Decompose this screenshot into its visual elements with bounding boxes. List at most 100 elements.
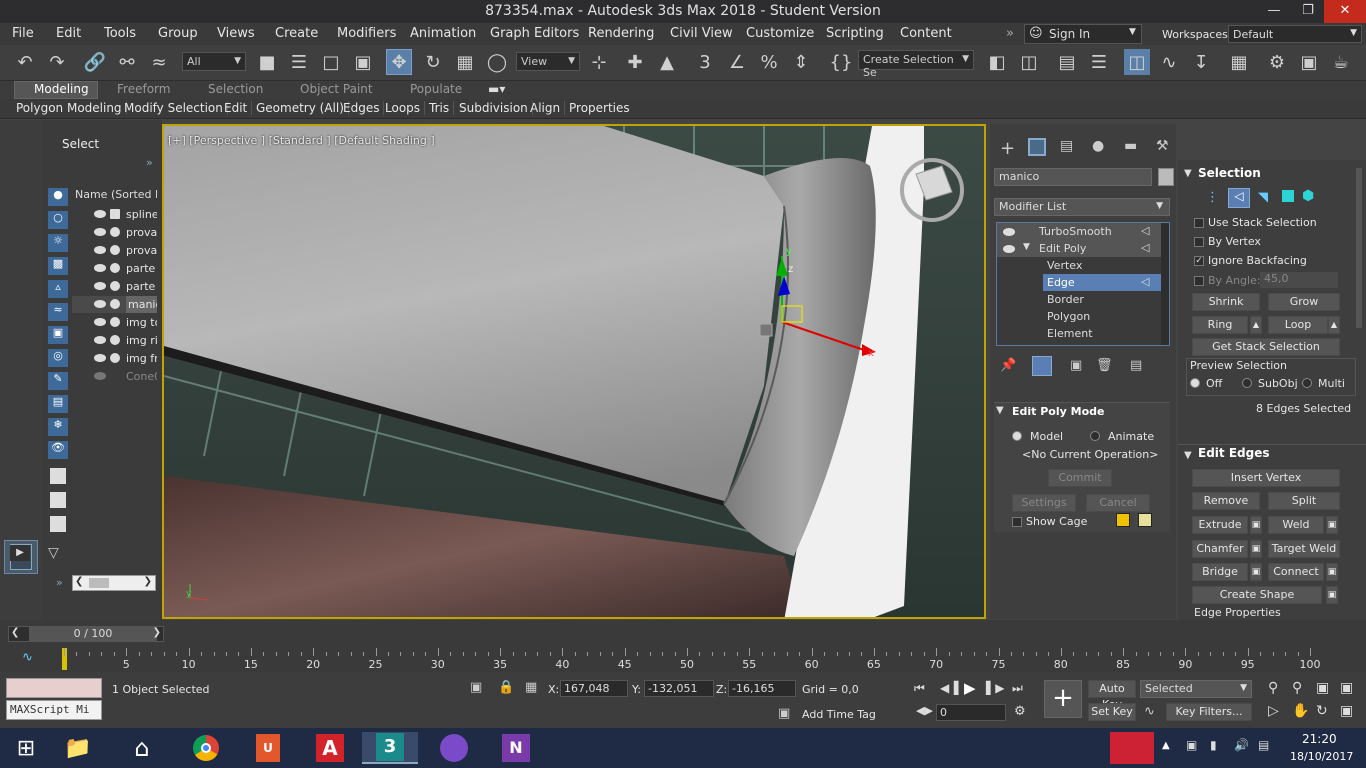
loop-button[interactable]: Loop [1268,316,1328,334]
visibility-eye-icon[interactable] [94,300,106,308]
cage-color-swatch[interactable] [1116,513,1130,527]
edge-mode-icon[interactable]: ◁ [1228,188,1250,208]
show-end-result-icon[interactable]: ◁ [1141,275,1149,288]
curve-editor-icon[interactable]: ∿ [1156,49,1182,75]
camera-filter-icon[interactable]: ▩ [48,257,68,275]
horizontal-scrollbar[interactable]: ❮ ❯ [72,575,156,591]
menu-overflow-icon[interactable]: » [1006,26,1014,41]
angle-snap-icon[interactable]: ∠ [724,49,750,75]
list-item[interactable]: spline [72,206,157,223]
ribbon-edit[interactable]: Edit [220,101,253,115]
ribbon-subdivision[interactable]: Subdivision [455,101,533,115]
angle-spinner[interactable]: 45,0 [1260,272,1338,288]
keyboard-shortcut-override-icon[interactable]: ▲ [654,49,680,75]
wifi-icon[interactable]: ▤ [1258,738,1269,752]
restore-button[interactable]: ❐ [1290,0,1326,23]
isolate-selection-icon[interactable]: ▣ [470,680,482,695]
show-hidden-icons[interactable]: ▲ [1162,740,1170,751]
stack-item-turbosmooth[interactable]: TurboSmooth ◁ [997,223,1169,240]
visibility-eye-icon[interactable] [94,282,106,290]
helper-filter-icon[interactable]: ▵ [48,280,68,298]
ribbon-modify-selection[interactable]: Modify Selection [120,101,228,115]
menu-file[interactable]: File [12,26,34,41]
settings-button[interactable]: Settings [1012,494,1076,512]
next-frame-icon[interactable]: ❯ [153,627,161,638]
create-tab-icon[interactable]: + [1000,138,1015,159]
prev-frame-icon[interactable]: ❮ [11,627,19,638]
menu-group[interactable]: Group [158,26,198,41]
group-filter-icon[interactable]: ▣ [48,326,68,344]
github-desktop-icon[interactable] [434,732,474,764]
scale-icon[interactable]: ▦ [452,49,478,75]
align-icon[interactable]: ◫ [1016,49,1042,75]
spinner-snap-icon[interactable]: ⇕ [788,49,814,75]
next-frame-icon[interactable]: ▌▶ [986,681,1004,695]
shrink-button[interactable]: Shrink [1192,293,1260,311]
display-invert-icon[interactable] [50,516,66,532]
show-cage-checkbox[interactable] [1012,517,1022,527]
y-coordinate-field[interactable]: -132,051 [644,680,714,697]
menu-animation[interactable]: Animation [410,26,476,41]
make-unique-icon[interactable]: ▣ [1070,358,1082,373]
time-tag-icon[interactable]: ▣ [778,706,790,721]
stack-item-edit-poly[interactable]: ▼ Edit Poly ◁ [997,240,1169,257]
clock-date[interactable]: 18/10/2017 [1290,750,1353,763]
file-explorer-icon[interactable]: 📁 [58,732,98,764]
connect-button[interactable]: Connect [1268,563,1324,581]
move-icon[interactable]: ✥ [386,49,412,75]
clock-time[interactable]: 21:20 [1302,732,1337,746]
menu-modifiers[interactable]: Modifiers [337,26,396,41]
snaps-toggle-icon[interactable]: 3 [692,49,718,75]
preview-off-radio[interactable] [1190,378,1200,388]
selection-title[interactable]: Selection [1198,166,1261,180]
visibility-eye-icon[interactable] [1003,245,1015,253]
pdf-app-icon[interactable]: U [248,732,288,764]
time-slider[interactable]: ❮ 0 / 100 ❯ [8,626,164,642]
field-of-view-icon[interactable]: ▷ [1268,703,1279,719]
configure-modifier-sets-icon[interactable]: ▤ [1130,358,1142,373]
xref-filter-icon[interactable]: ◎ [48,349,68,367]
visibility-eye-icon[interactable] [94,354,106,362]
visibility-eye-icon[interactable] [94,246,106,254]
maximize-viewport-icon[interactable]: ▣ [1340,703,1353,719]
ribbon-geometry-all[interactable]: Geometry (All) [252,101,349,115]
border-mode-icon[interactable]: ◥ [1258,190,1268,205]
play-icon[interactable]: ▶ [964,679,976,697]
cage-selected-color-swatch[interactable] [1138,513,1152,527]
funnel-icon[interactable]: ▽ [48,545,70,563]
create-shape-settings-icon[interactable]: ▣ [1326,586,1338,604]
rollout-collapse-icon[interactable]: ▼ [996,405,1004,416]
list-item[interactable]: img to [72,314,157,331]
extrude-settings-icon[interactable]: ▣ [1250,516,1262,534]
menu-create[interactable]: Create [275,26,318,41]
zoom-extents-icon[interactable]: ▣ [1316,680,1329,696]
preview-multi-radio[interactable] [1302,378,1312,388]
list-item[interactable]: img rig [72,332,157,349]
mirror-icon[interactable]: ◧ [984,49,1010,75]
cancel-button[interactable]: Cancel [1086,494,1150,512]
hierarchy-tab-icon[interactable]: ▤ [1060,138,1073,154]
stack-scrollbar[interactable] [1161,223,1169,345]
key-filters-button[interactable]: Key Filters... [1166,703,1252,721]
pivot-center-icon[interactable]: ⊹ [586,49,612,75]
menu-scripting[interactable]: Scripting [826,26,884,41]
lock-selection-icon[interactable]: 🔒 [498,680,514,695]
remove-button[interactable]: Remove [1192,492,1260,510]
animate-radio[interactable] [1090,431,1100,441]
get-stack-selection-button[interactable]: Get Stack Selection [1192,338,1340,356]
edit-named-selection-icon[interactable]: {} [828,49,854,75]
element-mode-icon[interactable]: ⬢ [1302,188,1314,204]
ribbon-properties[interactable]: Properties [565,101,634,115]
commit-button[interactable]: Commit [1048,469,1112,487]
display-none-icon[interactable] [50,492,66,508]
render-setup-icon[interactable]: ⚙ [1264,49,1290,75]
tab-populate[interactable]: Populate [410,82,462,96]
pan-icon[interactable]: ✋ [1292,703,1309,719]
menu-views[interactable]: Views [217,26,255,41]
bridge-settings-icon[interactable]: ▣ [1250,563,1262,581]
visibility-eye-icon[interactable] [94,336,106,344]
tab-selection[interactable]: Selection [208,82,263,96]
unlink-icon[interactable]: ⚯ [114,49,140,75]
connect-settings-icon[interactable]: ▣ [1326,563,1338,581]
display-all-icon[interactable] [50,468,66,484]
